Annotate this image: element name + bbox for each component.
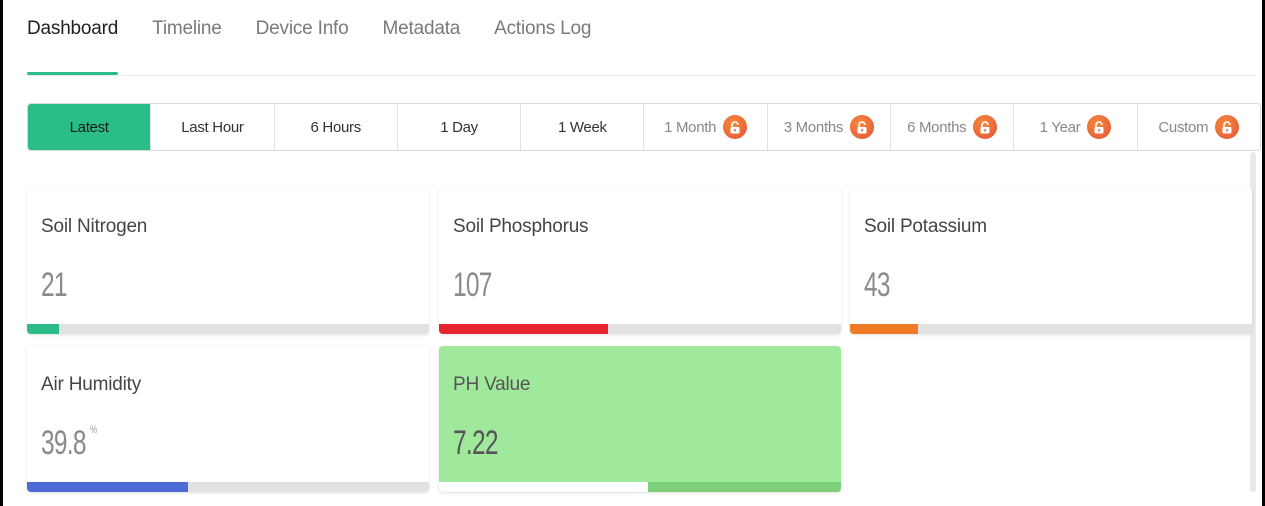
widget-air-humidity[interactable]: Air Humidity 39.8%	[27, 346, 429, 492]
level-bar-fill	[27, 324, 60, 334]
widget-value: 107	[453, 266, 492, 304]
range-label: 6 Months	[907, 118, 967, 136]
widget-title: Air Humidity	[41, 374, 142, 395]
range-latest[interactable]: Latest	[28, 104, 152, 150]
tab-actions-log[interactable]: Actions Log	[494, 18, 591, 76]
tab-bar: Dashboard Timeline Device Info Metadata …	[27, 18, 625, 76]
level-bar-fill	[439, 324, 608, 334]
level-bar	[439, 324, 841, 334]
range-label: 6 Hours	[310, 118, 362, 136]
range-1-week[interactable]: 1 Week	[521, 104, 645, 150]
level-bar	[27, 324, 429, 334]
range-label: 1 Week	[557, 118, 607, 136]
range-label: 3 Months	[783, 118, 844, 136]
widget-value: 7.22	[453, 424, 498, 462]
tab-dashboard[interactable]: Dashboard	[27, 18, 118, 76]
widget-soil-phosphorus[interactable]: Soil Phosphorus 107	[439, 188, 841, 334]
time-range-selector: Latest Last Hour 6 Hours 1 Day 1 Week 1 …	[27, 103, 1261, 151]
widget-title: Soil Nitrogen	[41, 216, 148, 237]
level-bar	[439, 482, 841, 492]
range-label: 1 Month	[664, 118, 717, 136]
range-label: Custom	[1158, 118, 1209, 136]
unlock-icon	[1087, 115, 1112, 139]
widget-value: 21	[41, 266, 68, 304]
range-3-months[interactable]: 3 Months	[768, 104, 892, 150]
widget-soil-potassium[interactable]: Soil Potassium 43	[850, 188, 1252, 334]
widget-unit: %	[90, 424, 97, 436]
range-1-day[interactable]: 1 Day	[398, 104, 522, 150]
widget-ph-value[interactable]: PH Value 7.22	[439, 346, 841, 492]
range-6-hours[interactable]: 6 Hours	[275, 104, 398, 150]
unlock-icon	[973, 115, 998, 139]
unlock-icon	[723, 115, 748, 139]
app-window: Dashboard Timeline Device Info Metadata …	[0, 0, 1265, 506]
range-last-hour[interactable]: Last Hour	[151, 104, 275, 150]
widget-value: 43	[864, 266, 891, 304]
widget-title: PH Value	[453, 374, 531, 395]
range-custom[interactable]: Custom	[1138, 104, 1260, 150]
widget-title: Soil Potassium	[864, 216, 987, 237]
widget-soil-nitrogen[interactable]: Soil Nitrogen 21	[27, 188, 429, 334]
range-label: 1 Year	[1039, 118, 1081, 136]
range-label: Last Hour	[181, 118, 244, 136]
level-bar	[27, 482, 429, 492]
level-bar	[850, 324, 1252, 334]
level-bar-fill	[850, 324, 919, 334]
tab-divider	[27, 75, 1256, 76]
range-1-month[interactable]: 1 Month	[644, 104, 768, 150]
range-label: 1 Day	[440, 118, 478, 136]
range-label: Latest	[69, 118, 109, 136]
level-bar-fill	[439, 482, 649, 492]
level-bar-fill	[27, 482, 188, 492]
range-1-year[interactable]: 1 Year	[1014, 104, 1138, 150]
widget-value: 39.8%	[41, 424, 97, 462]
tab-device-info[interactable]: Device Info	[256, 18, 349, 76]
tab-timeline[interactable]: Timeline	[152, 18, 222, 76]
range-6-months[interactable]: 6 Months	[891, 104, 1015, 150]
widget-title: Soil Phosphorus	[453, 216, 589, 237]
tab-metadata[interactable]: Metadata	[383, 18, 461, 76]
unlock-icon	[850, 115, 875, 139]
unlock-icon	[1215, 115, 1240, 139]
